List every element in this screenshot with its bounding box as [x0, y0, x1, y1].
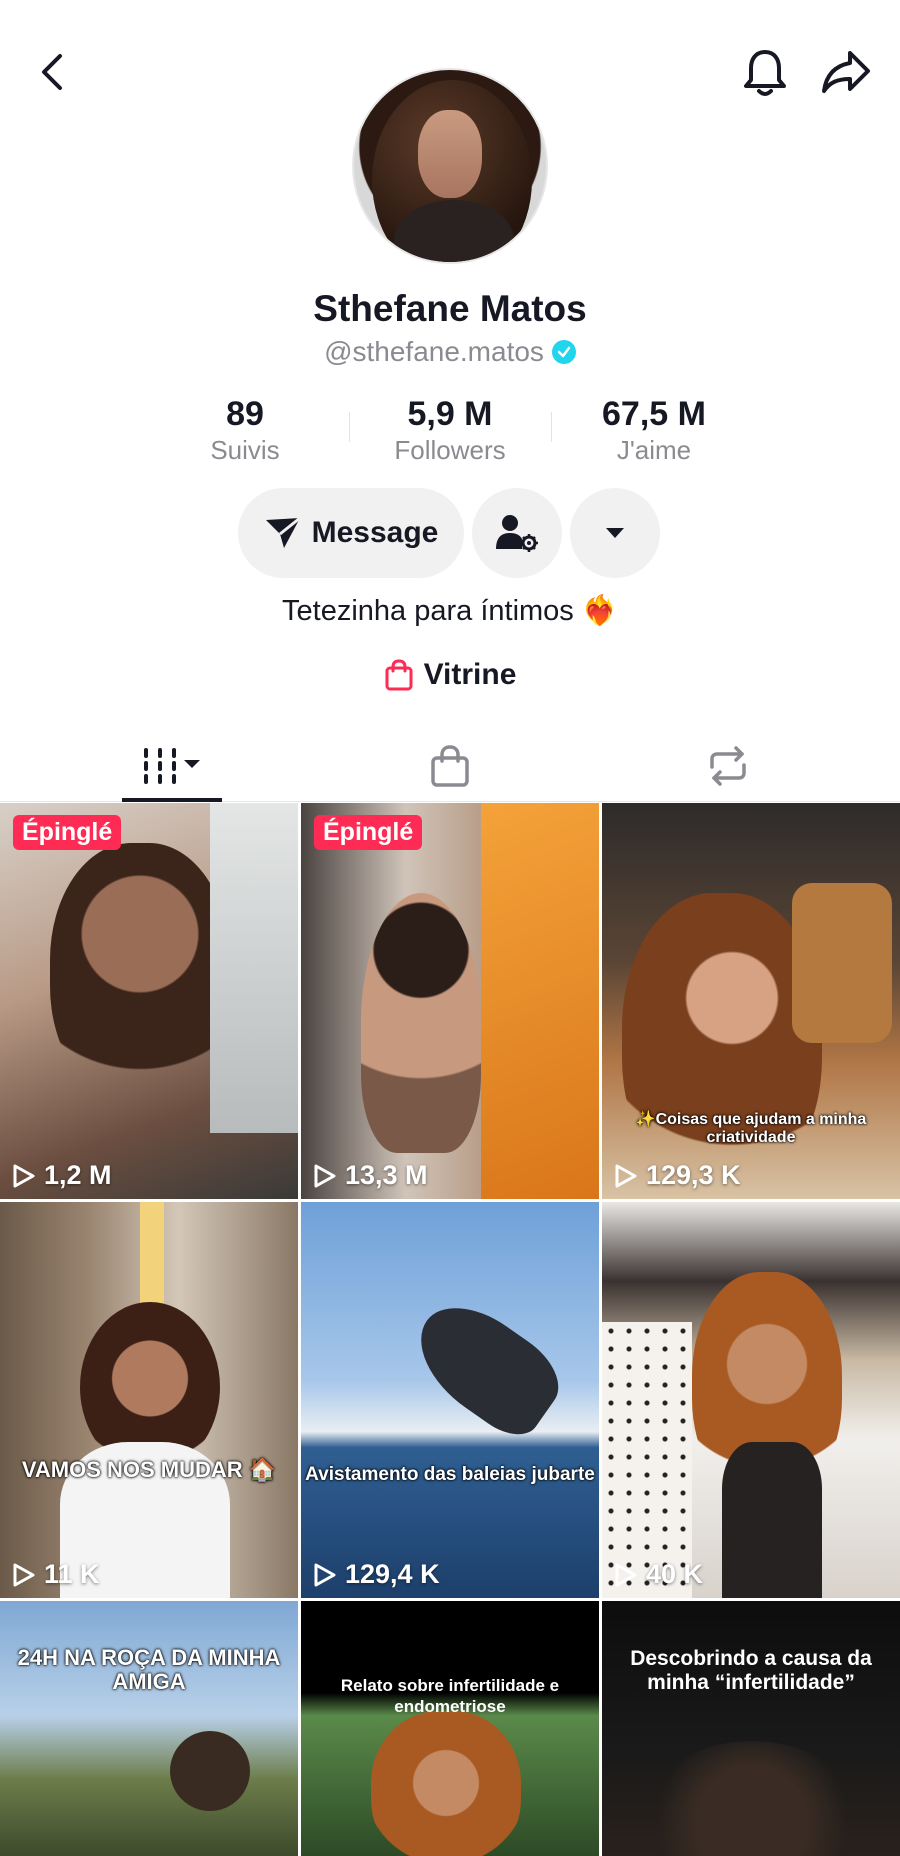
profile-stats: 89 Suivis 5,9 M Followers 67,5 M J'aime: [0, 394, 900, 474]
view-count: 1,2 M: [12, 1160, 112, 1191]
notifications-button[interactable]: [740, 44, 790, 100]
video-thumbnail[interactable]: Relato sobre infertilidade e endometrios…: [301, 1601, 599, 1856]
profile-handle: @sthefane.matos: [324, 336, 544, 367]
profile-actions: Message: [0, 488, 900, 580]
message-button[interactable]: Message: [238, 488, 464, 578]
video-thumbnail[interactable]: VAMOS NOS MUDAR 🏠 11 K: [0, 1202, 298, 1598]
profile-bio: Tetezinha para íntimos ❤️‍🔥: [282, 595, 618, 627]
share-arrow-icon: [822, 51, 870, 93]
play-icon: [615, 1563, 637, 1586]
video-thumbnail[interactable]: Avistamento das baleias jubarte 129,4 K: [301, 1202, 599, 1598]
play-icon: [615, 1164, 637, 1187]
video-thumbnail[interactable]: Descobrindo a causa da minha “infertilid…: [602, 1601, 900, 1856]
stat-followers[interactable]: 5,9 M Followers: [350, 394, 550, 466]
view-count: 129,4 K: [313, 1559, 440, 1590]
pinned-badge: Épinglé: [314, 815, 423, 850]
tab-videos[interactable]: [122, 730, 222, 802]
profile-avatar[interactable]: [352, 68, 548, 264]
pinned-badge: Épinglé: [13, 815, 122, 850]
stat-likes[interactable]: 67,5 M J'aime: [554, 394, 754, 466]
stat-divider: [551, 412, 552, 442]
view-count: 129,3 K: [614, 1160, 741, 1191]
video-thumbnail[interactable]: ✨Coisas que ajudam a minha criatividade …: [602, 803, 900, 1199]
video-caption: Relato sobre infertilidade e endometrios…: [340, 1676, 560, 1716]
stat-value: 5,9 M: [407, 395, 493, 433]
more-options-dropdown[interactable]: [570, 488, 660, 578]
play-icon: [13, 1563, 35, 1586]
stat-label: Suivis: [210, 435, 280, 465]
chevron-left-icon: [42, 54, 62, 90]
active-tab-indicator: [122, 798, 222, 802]
videos-grid-icon: [144, 748, 200, 784]
play-icon: [314, 1563, 336, 1586]
follow-settings-button[interactable]: [472, 488, 562, 578]
verified-badge-icon: [551, 340, 576, 364]
stat-following[interactable]: 89 Suivis: [145, 394, 345, 466]
send-icon: [265, 516, 301, 548]
handle-row: @sthefane.matos: [0, 336, 900, 368]
user-settings-icon: [496, 515, 538, 552]
shopping-bag-icon: [385, 659, 413, 691]
profile-name: Sthefane Matos: [313, 288, 587, 329]
tab-shop[interactable]: [400, 730, 500, 802]
video-thumbnail[interactable]: 40 K: [602, 1202, 900, 1598]
stat-value: 67,5 M: [602, 395, 706, 433]
message-button-label: Message: [311, 516, 439, 549]
caret-down-icon: [606, 528, 624, 538]
play-icon: [13, 1164, 35, 1187]
repost-icon: [710, 746, 746, 786]
stat-label: J'aime: [616, 435, 692, 465]
video-caption: VAMOS NOS MUDAR 🏠: [21, 1457, 277, 1482]
stat-value: 89: [226, 395, 264, 433]
bell-icon: [744, 50, 786, 96]
back-button[interactable]: [30, 42, 74, 102]
tab-reposts[interactable]: [678, 730, 778, 802]
video-caption: ✨Coisas que ajudam a minha criatividade: [635, 1111, 867, 1146]
video-grid: Épinglé 1,2 M Épinglé 13,3 M ✨Coisas que…: [0, 803, 900, 1856]
video-caption: 24H NA ROÇA DA MINHA AMIGA: [17, 1645, 281, 1694]
video-caption: Avistamento das baleias jubarte: [305, 1464, 595, 1485]
stat-label: Followers: [394, 435, 506, 465]
content-tabs: [0, 730, 900, 802]
video-caption: Descobrindo a causa da minha “infertilid…: [630, 1647, 872, 1694]
view-count: 40 K: [614, 1559, 703, 1590]
showcase-link[interactable]: Vitrine: [0, 658, 900, 692]
shopping-bag-icon: [431, 745, 469, 787]
view-count: 11 K: [12, 1559, 100, 1590]
video-thumbnail[interactable]: Épinglé 13,3 M: [301, 803, 599, 1199]
showcase-label: Vitrine: [423, 658, 517, 691]
video-thumbnail[interactable]: 24H NA ROÇA DA MINHA AMIGA: [0, 1601, 298, 1856]
video-thumbnail[interactable]: Épinglé 1,2 M: [0, 803, 298, 1199]
play-icon: [314, 1164, 336, 1187]
view-count: 13,3 M: [313, 1160, 428, 1191]
share-button[interactable]: [818, 44, 874, 100]
